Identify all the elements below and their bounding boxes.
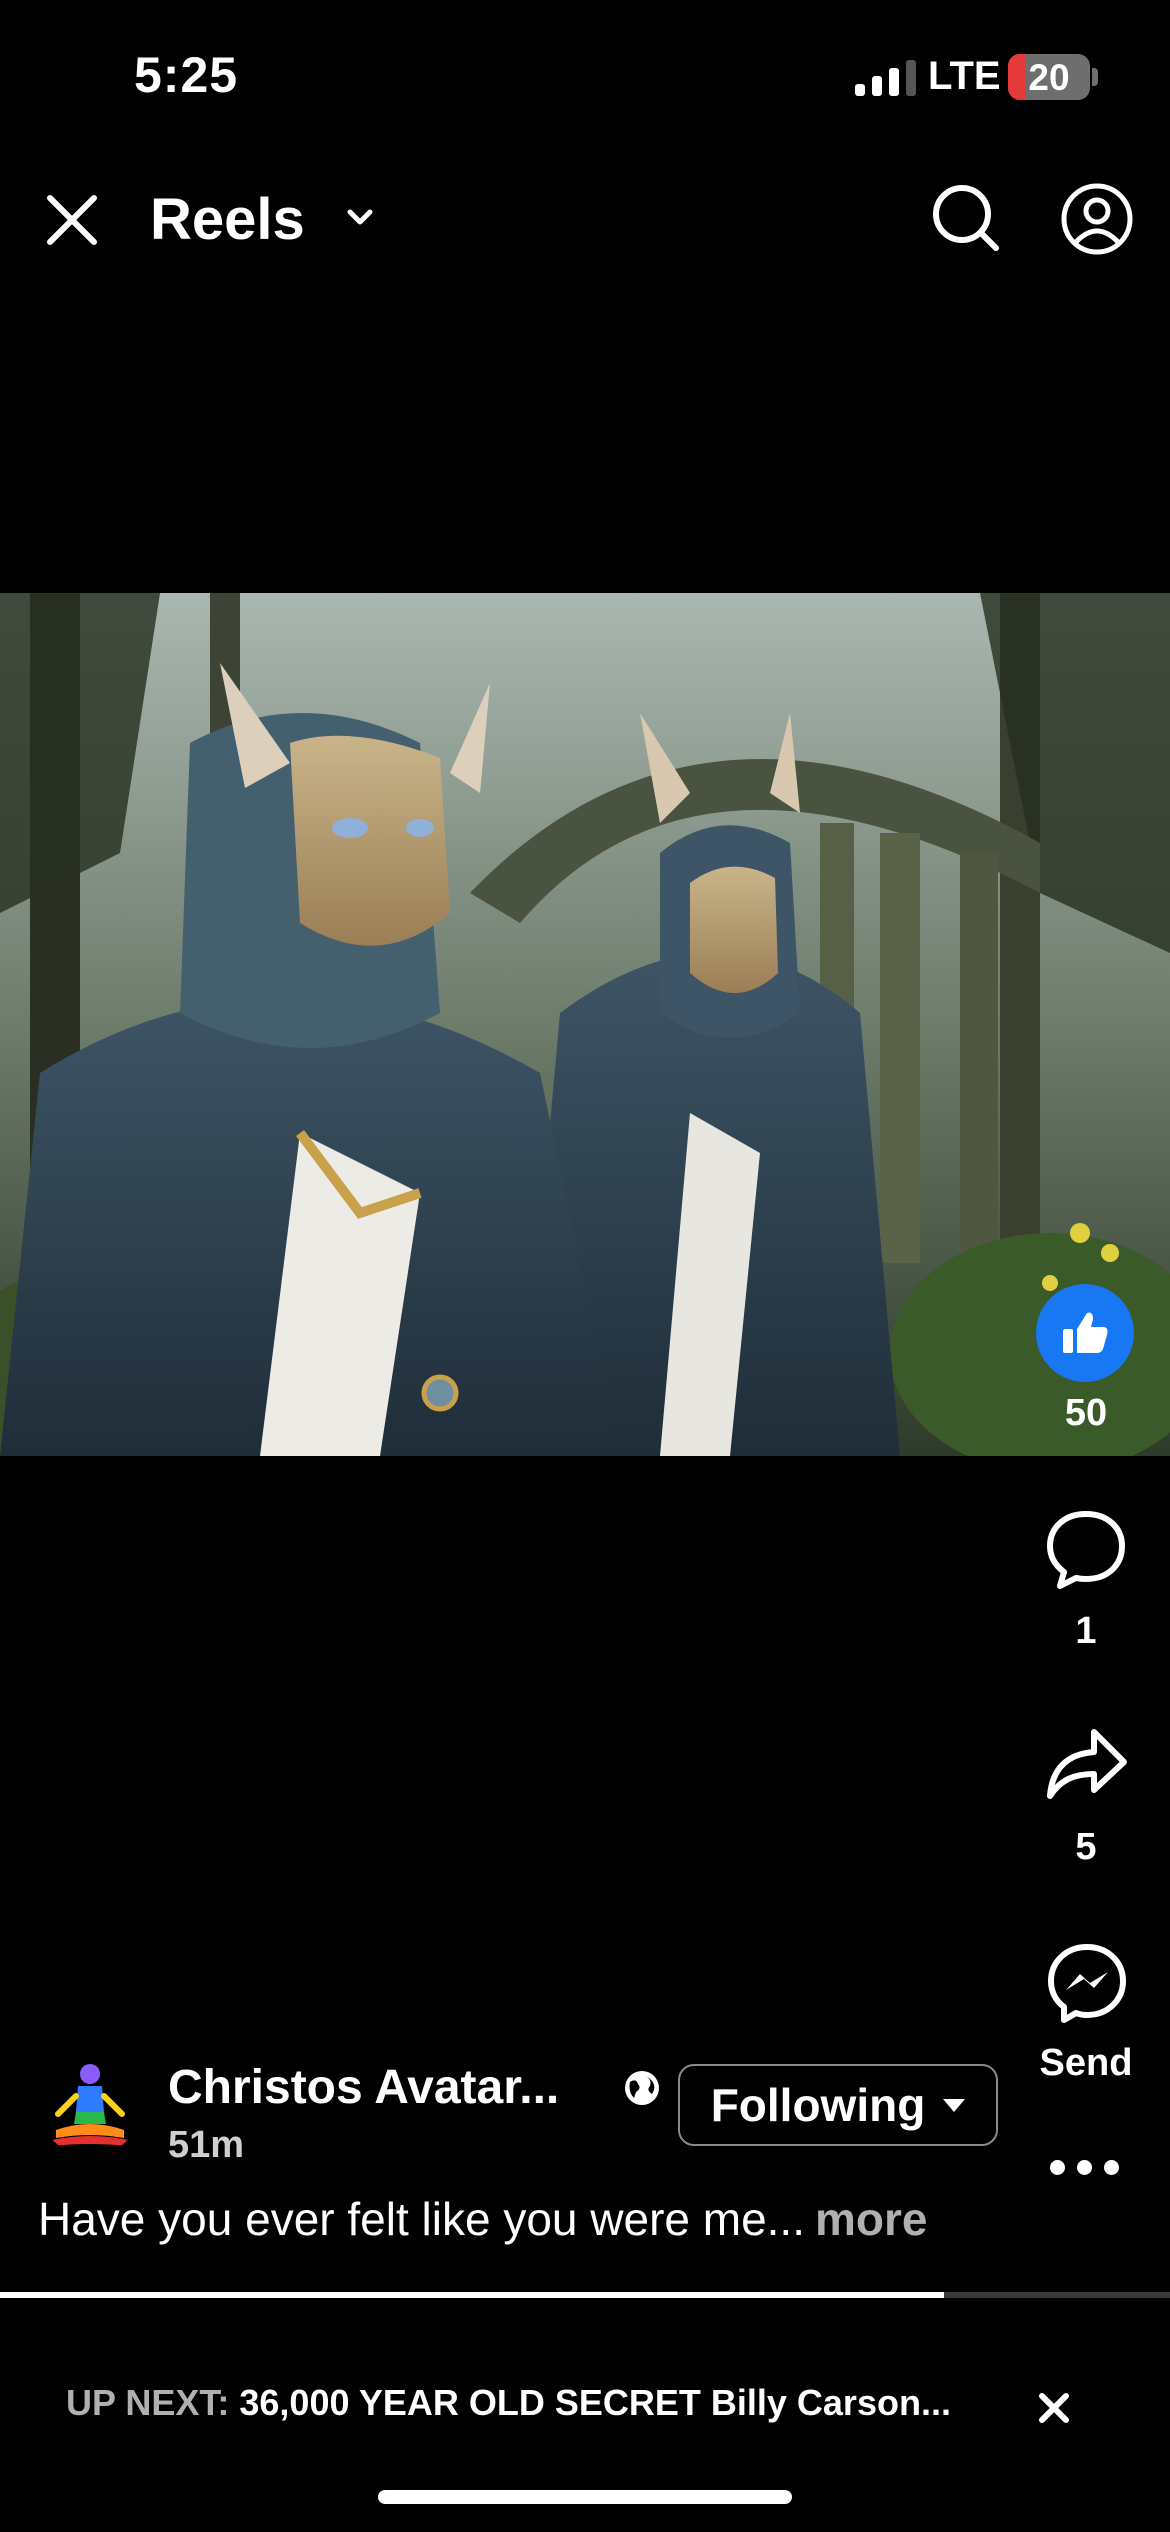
- profile-icon[interactable]: [1060, 182, 1134, 256]
- page-title[interactable]: Reels: [150, 186, 305, 253]
- send-label[interactable]: Send: [1016, 2042, 1156, 2085]
- signal-icon: [855, 58, 916, 96]
- reel-video[interactable]: [0, 593, 1170, 1456]
- like-count: 50: [1064, 1392, 1108, 1434]
- share-icon[interactable]: [1044, 1724, 1130, 1808]
- caption-text: Have you ever felt like you were me...: [38, 2193, 805, 2245]
- playback-progress[interactable]: [0, 2292, 1170, 2298]
- playback-progress-fill: [0, 2292, 945, 2298]
- comment-icon[interactable]: [1044, 1508, 1128, 1592]
- close-up-next-icon[interactable]: [1034, 2388, 1074, 2428]
- search-icon[interactable]: [930, 182, 1002, 254]
- caption-more-link[interactable]: more: [815, 2193, 927, 2245]
- caption[interactable]: Have you ever felt like you were me... mo…: [38, 2192, 927, 2246]
- up-next-label: UP NEXT:: [66, 2382, 230, 2423]
- more-options-icon[interactable]: [1050, 2160, 1119, 2175]
- caret-down-icon: [943, 2098, 966, 2112]
- messenger-icon[interactable]: [1046, 1942, 1128, 2024]
- globe-icon: [625, 2071, 659, 2105]
- battery-level: 20: [1028, 57, 1070, 98]
- comment-count: 1: [1075, 1610, 1097, 1652]
- chevron-down-icon[interactable]: [344, 206, 376, 230]
- share-count: 5: [1075, 1826, 1097, 1868]
- up-next-banner[interactable]: UP NEXT: 36,000 YEAR OLD SECRET Billy Ca…: [66, 2382, 951, 2424]
- status-time: 5:25: [134, 47, 239, 103]
- battery-icon: 20: [1008, 54, 1090, 100]
- post-time: 51m: [168, 2124, 245, 2166]
- following-label: Following: [710, 2079, 926, 2131]
- close-icon[interactable]: [42, 190, 102, 250]
- battery-nub: [1092, 68, 1098, 86]
- network-label: LTE: [928, 54, 1001, 98]
- thumbs-up-icon: [1063, 1312, 1108, 1353]
- home-indicator[interactable]: [378, 2490, 792, 2504]
- avatar[interactable]: [38, 2052, 142, 2156]
- up-next-title: 36,000 YEAR OLD SECRET Billy Carson...: [239, 2382, 951, 2423]
- following-button[interactable]: Following: [678, 2064, 998, 2146]
- author-name[interactable]: Christos Avatar...: [168, 2060, 559, 2115]
- like-button[interactable]: [1036, 1284, 1134, 1382]
